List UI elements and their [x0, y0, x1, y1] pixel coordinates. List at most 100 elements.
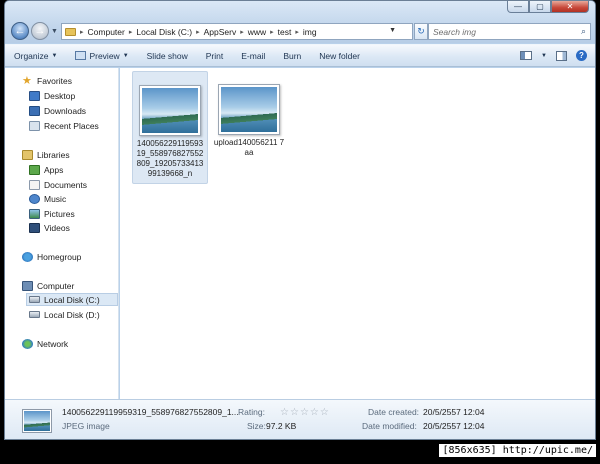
videos-icon: [29, 222, 40, 233]
date-created-value: 20/5/2557 12:04: [423, 407, 485, 417]
breadcrumb-local-disk-c[interactable]: Local Disk (C:): [134, 27, 194, 37]
star-outline-icon[interactable]: ☆: [320, 407, 330, 418]
breadcrumb-separator-icon[interactable]: ▸: [268, 28, 276, 36]
desktop-icon: [29, 90, 40, 101]
new-folder-button[interactable]: New folder: [310, 51, 369, 61]
nav-recent-places[interactable]: Recent Places: [29, 119, 99, 132]
command-bar: Organize ▼ Preview ▼ Slide show Print E-…: [5, 44, 595, 67]
nav-pictures[interactable]: Pictures: [29, 207, 75, 220]
breadcrumb-separator-icon[interactable]: ▸: [238, 28, 246, 36]
organize-button[interactable]: Organize ▼: [5, 51, 66, 61]
landscape-image: [24, 411, 50, 431]
apps-icon: [29, 164, 40, 175]
email-button[interactable]: E-mail: [232, 51, 274, 61]
recent-pages-dropdown[interactable]: ▼: [51, 28, 59, 35]
search-icon[interactable]: ⌕: [581, 26, 586, 37]
size-label: Size:: [247, 421, 266, 431]
breadcrumb-appserv[interactable]: AppServ: [202, 27, 239, 37]
file-item[interactable]: 140056229119593 19_558976827552 809_1920…: [132, 71, 208, 184]
nav-documents[interactable]: Documents: [29, 178, 87, 191]
network-icon: [22, 338, 33, 349]
address-bar[interactable]: ▸ Computer ▸ Local Disk (C:) ▸ AppServ ▸…: [61, 23, 413, 40]
refresh-button[interactable]: ↻: [414, 23, 428, 40]
star-outline-icon[interactable]: ☆: [280, 407, 290, 418]
nav-label: Recent Places: [44, 120, 99, 131]
details-type: JPEG image: [62, 421, 110, 431]
title-bar: — ▢ ✕ ← → ▼ ▸ Computer ▸ Local Disk (C:)…: [5, 1, 595, 43]
preview-pane-icon[interactable]: [556, 50, 567, 61]
music-icon: [29, 193, 40, 204]
documents-icon: [29, 179, 40, 190]
help-icon[interactable]: ?: [576, 50, 587, 61]
image-thumbnail: [218, 84, 280, 135]
search-input[interactable]: Search img ⌕: [428, 23, 591, 40]
recent-places-icon: [29, 120, 40, 131]
nav-desktop[interactable]: Desktop: [29, 89, 75, 102]
nav-music[interactable]: Music: [29, 192, 66, 205]
breadcrumb-img[interactable]: img: [301, 27, 319, 37]
address-history-dropdown[interactable]: ▼: [389, 27, 396, 34]
star-outline-icon[interactable]: ☆: [290, 407, 300, 418]
breadcrumb-separator-icon[interactable]: ▸: [127, 28, 135, 36]
nav-label: Downloads: [44, 105, 87, 116]
landscape-image: [142, 88, 198, 133]
breadcrumb-separator-icon[interactable]: ▸: [78, 28, 86, 36]
file-item[interactable]: upload140056211 7aa: [211, 71, 287, 158]
nav-label: Local Disk (D:): [44, 309, 100, 320]
change-view-icon[interactable]: [520, 51, 533, 60]
details-thumbnail: [22, 409, 52, 433]
date-created-label: Date created:: [368, 407, 420, 417]
minimize-button[interactable]: —: [507, 1, 529, 13]
close-button[interactable]: ✕: [551, 1, 589, 13]
breadcrumb-test[interactable]: test: [276, 27, 294, 37]
nav-homegroup[interactable]: Homegroup: [22, 250, 81, 263]
nav-label: Favorites: [37, 75, 72, 86]
chevron-down-icon[interactable]: ▼: [541, 53, 547, 59]
nav-downloads[interactable]: Downloads: [29, 104, 86, 117]
nav-apps[interactable]: Apps: [29, 163, 63, 176]
nav-videos[interactable]: Videos: [29, 221, 70, 234]
computer-icon: [22, 280, 33, 291]
nav-label: Pictures: [44, 208, 75, 219]
breadcrumb-separator-icon[interactable]: ▸: [194, 28, 202, 36]
size-value: 97.2 KB: [266, 421, 297, 431]
homegroup-icon: [22, 251, 33, 262]
chevron-down-icon: ▼: [122, 52, 129, 59]
star-outline-icon[interactable]: ☆: [300, 407, 310, 418]
nav-network[interactable]: Network: [22, 337, 68, 350]
arrow-left-icon: ←: [14, 25, 26, 37]
nav-label: Libraries: [37, 149, 70, 160]
refresh-icon: ↻: [417, 26, 425, 36]
breadcrumb-computer[interactable]: Computer: [86, 27, 127, 37]
back-button[interactable]: ←: [11, 22, 29, 40]
rating-stars[interactable]: ☆☆☆☆☆: [280, 407, 330, 418]
nav-local-disk-d[interactable]: Local Disk (D:): [29, 308, 100, 321]
date-modified-value: 20/5/2557 12:04: [423, 421, 485, 431]
print-button[interactable]: Print: [197, 51, 232, 61]
star-icon: ★: [22, 74, 32, 87]
file-list: 140056229119593 19_558976827552 809_1920…: [120, 68, 595, 399]
libraries-icon: [22, 149, 33, 160]
preview-label: Preview: [89, 50, 120, 61]
nav-local-disk-c[interactable]: Local Disk (C:): [26, 293, 118, 306]
folder-icon: [65, 27, 76, 36]
image-host-label: [856x635] http://upic.me/: [439, 444, 596, 457]
maximize-button[interactable]: ▢: [529, 1, 551, 13]
nav-favorites[interactable]: ★ Favorites: [22, 74, 72, 87]
navigation-pane: ★ Favorites Desktop Downloads Recent Pla…: [5, 68, 119, 399]
nav-libraries[interactable]: Libraries: [22, 148, 70, 161]
burn-button[interactable]: Burn: [274, 51, 310, 61]
hard-drive-icon: [29, 311, 40, 318]
nav-label: Music: [44, 193, 67, 204]
nav-computer[interactable]: Computer: [22, 279, 74, 292]
breadcrumb-www[interactable]: www: [246, 27, 268, 37]
nav-label: Videos: [44, 222, 70, 233]
forward-button[interactable]: →: [31, 22, 49, 40]
breadcrumb-separator-icon[interactable]: ▸: [293, 28, 301, 36]
slideshow-button[interactable]: Slide show: [138, 51, 197, 61]
date-modified-label: Date modified:: [362, 421, 417, 431]
search-placeholder: Search img: [433, 26, 476, 37]
preview-button[interactable]: Preview ▼: [66, 51, 137, 61]
details-filename: 140056229119959319_558976827552809_1...: [62, 407, 239, 417]
star-outline-icon[interactable]: ☆: [310, 407, 320, 418]
